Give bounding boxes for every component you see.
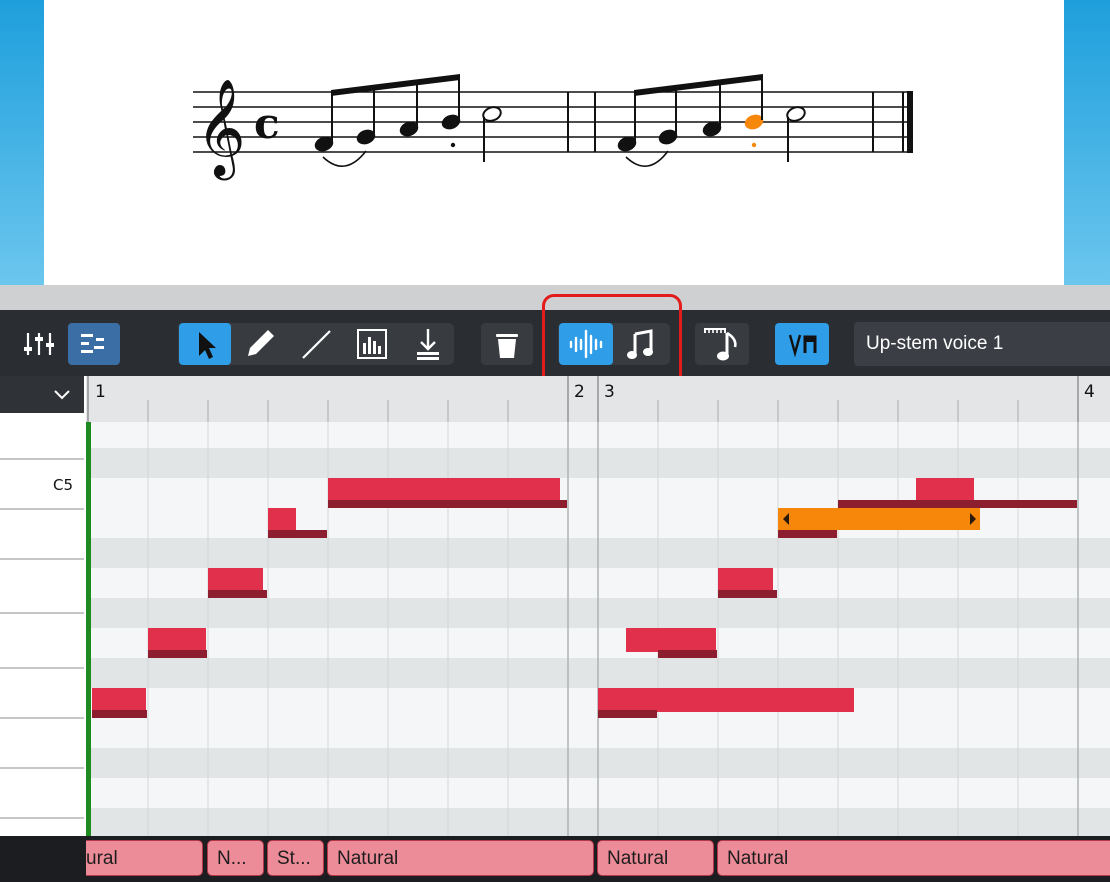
tempo-note-icon (704, 328, 737, 361)
delete-button[interactable] (481, 323, 533, 365)
measure-number-2: 2 (574, 382, 585, 402)
chevron-down-icon (54, 390, 70, 400)
line-icon (302, 330, 331, 359)
treble-clef-icon: 𝄞 (196, 78, 246, 180)
trash-icon (496, 334, 518, 358)
pencil-icon (248, 330, 274, 356)
download-button[interactable] (402, 323, 454, 365)
piano-keyboard[interactable]: C5 (0, 422, 84, 838)
key-range-dropdown[interactable] (0, 376, 84, 413)
articulation-segment[interactable]: Natural (327, 840, 594, 876)
tempo-note-button[interactable] (695, 323, 749, 365)
stem-direction-button[interactable] (775, 323, 829, 365)
sheet-music: 𝄞 c (193, 74, 913, 180)
score-page: 𝄞 c (44, 0, 1064, 285)
cursor-arrow-icon (199, 332, 216, 359)
download-icon (417, 329, 439, 360)
pencil-tool-button[interactable] (234, 323, 286, 365)
line-tool-button[interactable] (290, 323, 342, 365)
articulation-segment[interactable]: N... (207, 840, 264, 876)
piano-roll-editor[interactable]: 1 2 3 4 C5 (0, 376, 1110, 882)
measure-number-4: 4 (1084, 382, 1095, 402)
select-tool-button[interactable] (179, 323, 231, 365)
piano-roll-view-button[interactable] (68, 323, 120, 365)
measure-number-1: 1 (95, 382, 106, 402)
velocity-box-tool-button[interactable] (346, 323, 398, 365)
key-label-c5: C5 (53, 476, 74, 494)
piano-roll-grid[interactable] (0, 376, 1110, 882)
articulation-segment[interactable]: ural (86, 840, 203, 876)
velocity-box-icon (357, 329, 387, 359)
articulation-segment[interactable]: St... (267, 840, 324, 876)
mixer-icon (24, 333, 54, 355)
stem-direction-icon (788, 334, 817, 358)
mixer-button[interactable] (14, 323, 64, 365)
articulation-segment[interactable]: Natural (597, 840, 714, 876)
piano-roll-icon (81, 334, 104, 353)
articulation-lane: ural N... St... Natural Natural Natural (0, 836, 1110, 882)
lane-header (0, 836, 86, 882)
playhead[interactable] (86, 422, 91, 838)
voice-selector[interactable]: Up-stem voice 1 (854, 322, 1110, 366)
selected-note (778, 508, 980, 530)
articulation-segment[interactable]: Natural (717, 840, 1110, 876)
svg-text:c: c (254, 99, 280, 148)
measure-number-3: 3 (604, 382, 615, 402)
voice-selector-label: Up-stem voice 1 (866, 333, 1004, 354)
